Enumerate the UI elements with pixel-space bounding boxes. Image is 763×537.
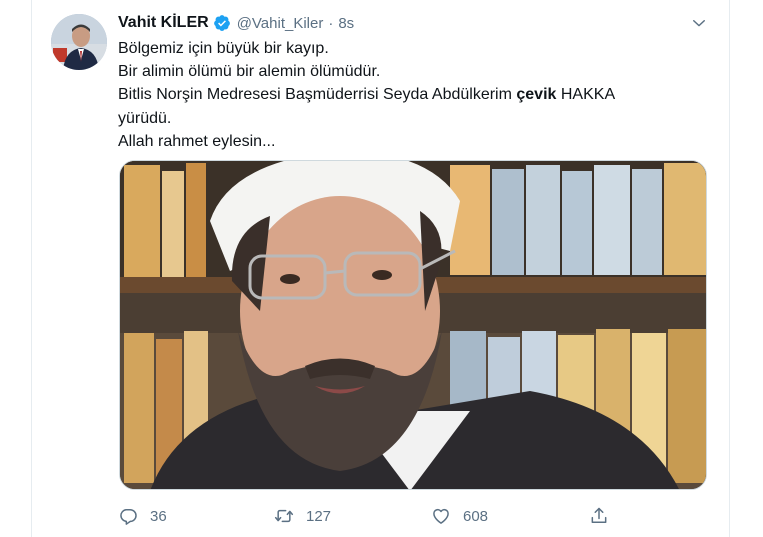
chevron-down-icon [693,20,705,27]
like-count: 608 [463,507,489,525]
retweet-count: 127 [306,507,332,525]
verified-badge-icon [213,14,231,32]
tweet-text-line: Allah rahmet eylesin... [118,132,276,150]
author-handle[interactable]: @Vahit_Kiler [237,15,324,32]
timestamp[interactable]: 8s [338,15,354,32]
share-icon [591,507,607,523]
tweet-actions: 36 127 608 [118,502,618,530]
tweet-text-segment: HAKKA [556,86,616,104]
like-button[interactable]: 608 [431,502,488,530]
tweet-header: Vahit KİLER @Vahit_Kiler · 8s [118,12,354,34]
tweet-text-bold-word: çevik [516,86,557,104]
reply-button[interactable]: 36 [118,502,167,530]
tweet[interactable]: Vahit KİLER @Vahit_Kiler · 8s Bölgemiz i… [32,0,729,537]
share-button[interactable] [589,502,609,530]
portrait-image [120,161,706,489]
avatar[interactable] [51,14,107,70]
retweet-button[interactable]: 127 [274,502,331,530]
tweet-photo[interactable] [119,160,707,490]
column-border-right [729,0,730,537]
avatar-image [51,14,107,70]
separator-dot: · [328,14,334,32]
more-options-button[interactable] [688,12,710,34]
tweet-text-line: Bölgemiz için büyük bir kayıp. [118,40,329,57]
timeline-page: Vahit KİLER @Vahit_Kiler · 8s Bölgemiz i… [0,0,763,537]
author-name[interactable]: Vahit KİLER [118,14,209,32]
tweet-text-line: yürüdü. [118,109,172,127]
tweet-text: Bölgemiz için büyük bir kayıp. Bir alimi… [118,37,708,153]
tweet-text-segment: Bitlis Norşin Medresesi Başmüderrisi Sey… [118,86,517,104]
tweet-text-line: Bir alimin ölümü bir alemin ölümüdür. [118,63,381,81]
heart-icon [433,508,449,524]
retweet-icon [274,509,294,523]
tweet-text-line: Bitlis Norşin Medresesi Başmüderrisi Sey… [118,83,708,106]
reply-icon [120,508,137,525]
reply-count: 36 [150,507,167,525]
